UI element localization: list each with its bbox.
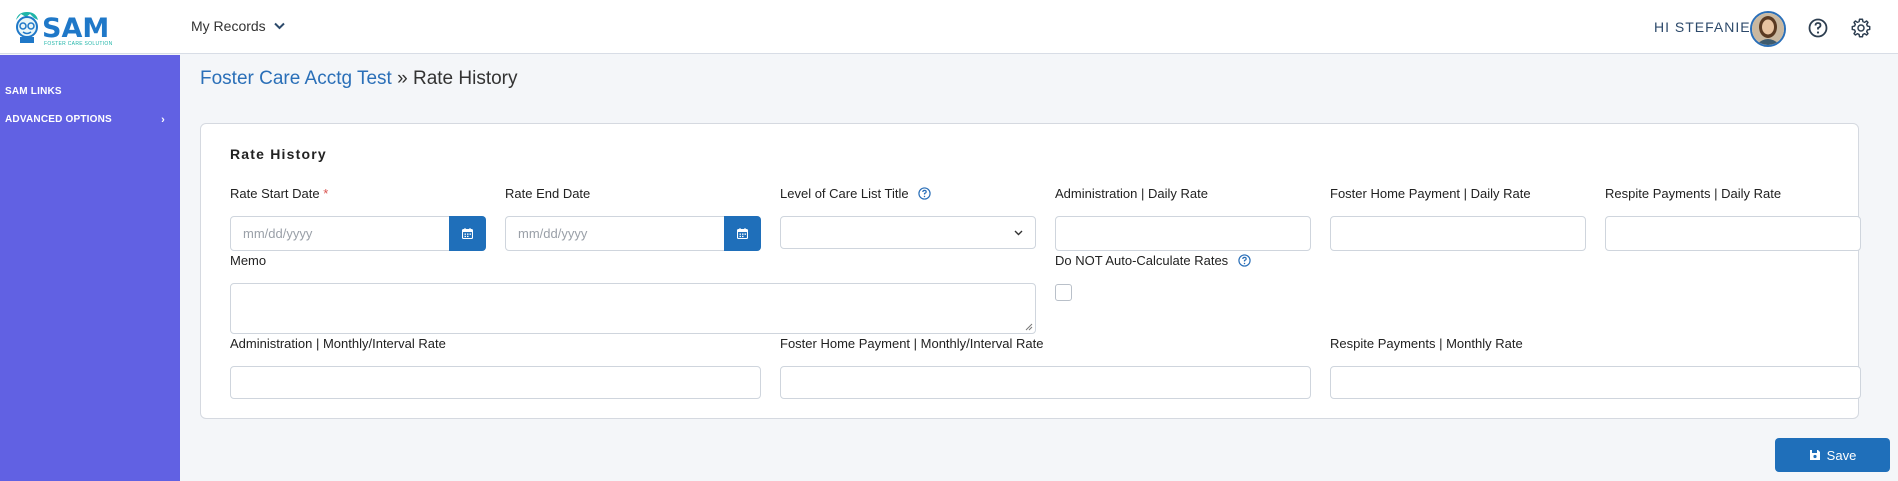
resize-grip-icon[interactable] [1025, 323, 1033, 331]
rate-start-date-label: Rate Start Date * [230, 186, 329, 201]
memo-field [230, 283, 1036, 334]
calendar-icon [737, 228, 748, 239]
foster-monthly-label: Foster Home Payment | Monthly/Interval R… [780, 336, 1044, 351]
foster-daily-input[interactable] [1331, 217, 1585, 250]
sidebar-item-label: ADVANCED OPTIONS [5, 114, 112, 125]
admin-monthly-input[interactable] [231, 367, 760, 398]
respite-monthly-field [1330, 366, 1861, 399]
rate-start-date-field [230, 216, 486, 251]
help-icon[interactable] [918, 187, 931, 200]
foster-daily-label: Foster Home Payment | Daily Rate [1330, 186, 1531, 201]
respite-daily-field [1605, 216, 1861, 251]
logo-subtext: FOSTER CARE SOLUTION [44, 41, 113, 47]
rate-start-date-calendar-button[interactable] [449, 216, 486, 251]
memo-label: Memo [230, 253, 267, 268]
level-of-care-select[interactable] [780, 216, 1036, 249]
logo-text: SAM [42, 13, 110, 44]
breadcrumb-parent-link[interactable]: Foster Care Acctg Test [200, 68, 392, 89]
chevron-right-icon: › [161, 114, 165, 126]
calendar-icon [462, 228, 473, 239]
admin-daily-label: Administration | Daily Rate [1055, 186, 1208, 201]
my-records-menu[interactable]: My Records [191, 18, 285, 34]
respite-monthly-label: Respite Payments | Monthly Rate [1330, 336, 1523, 351]
no-auto-calc-checkbox[interactable] [1055, 284, 1072, 301]
foster-monthly-field [780, 366, 1311, 399]
admin-monthly-field [230, 366, 761, 399]
chevron-down-icon [273, 22, 285, 30]
no-auto-calc-label: Do NOT Auto-Calculate Rates [1055, 253, 1251, 268]
respite-daily-label: Respite Payments | Daily Rate [1605, 186, 1782, 201]
save-label: Save [1826, 447, 1857, 463]
rate-history-card: Rate History Rate Start Date * Rate End … [200, 123, 1861, 419]
save-icon [1809, 450, 1820, 460]
my-records-label: My Records [191, 18, 266, 34]
breadcrumb-separator: » [391, 68, 413, 89]
help-icon[interactable] [1238, 254, 1251, 267]
foster-daily-field [1330, 216, 1586, 251]
rate-end-date-calendar-button[interactable] [724, 216, 761, 251]
rate-end-date-field [505, 216, 761, 251]
sidebar-item-sam-links[interactable]: SAM LINKS [5, 86, 62, 97]
rate-end-date-input[interactable] [506, 217, 724, 250]
rate-start-date-input[interactable] [231, 217, 449, 250]
sidebar: SAM LINKS ADVANCED OPTIONS › [0, 55, 180, 481]
required-mark: * [323, 186, 329, 201]
sidebar-item-label: SAM LINKS [5, 86, 62, 97]
top-bar: SAM FOSTER CARE SOLUTION My Records HI S… [0, 0, 1898, 54]
admin-daily-field [1055, 216, 1311, 251]
breadcrumb: Foster Care Acctg Test » Rate History [200, 68, 518, 90]
save-button[interactable]: Save [1775, 438, 1890, 472]
memo-textarea[interactable] [231, 284, 1035, 333]
rate-end-date-label: Rate End Date [505, 186, 591, 201]
help-icon[interactable] [1808, 18, 1828, 38]
mascot-icon [16, 12, 38, 43]
admin-monthly-label: Administration | Monthly/Interval Rate [230, 336, 446, 351]
foster-monthly-input[interactable] [781, 367, 1310, 398]
chevron-down-icon [1014, 230, 1023, 235]
gear-icon[interactable] [1850, 17, 1872, 39]
avatar[interactable] [1750, 11, 1786, 47]
card-title: Rate History [230, 146, 327, 162]
sam-logo[interactable]: SAM FOSTER CARE SOLUTION [12, 10, 113, 47]
breadcrumb-current: Rate History [412, 68, 518, 89]
respite-daily-input[interactable] [1606, 217, 1860, 250]
user-greeting: HI STEFANIE [1654, 19, 1751, 35]
level-of-care-label: Level of Care List Title [780, 186, 931, 201]
admin-daily-input[interactable] [1056, 217, 1310, 250]
sidebar-item-advanced-options[interactable]: ADVANCED OPTIONS › [5, 114, 165, 126]
respite-monthly-input[interactable] [1331, 367, 1860, 398]
